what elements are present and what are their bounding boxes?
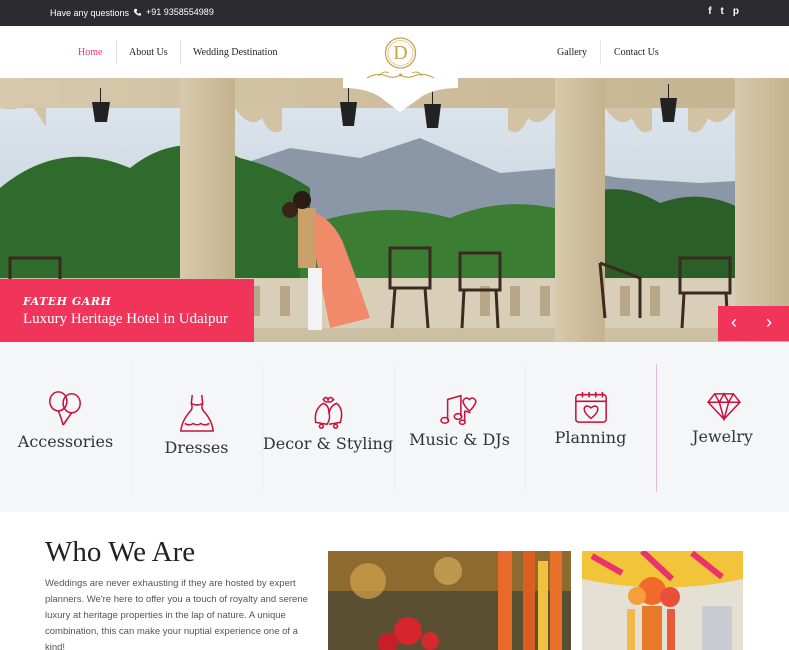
caption-title: FATEH GARH [23, 295, 112, 308]
decor-photo [328, 551, 571, 650]
about-text: Weddings are never exhausting if they ar… [45, 578, 308, 650]
top-bar: Have any questions +91 9358554989 f t p [0, 0, 789, 26]
nav-divider [180, 40, 181, 64]
service-label: Planning [554, 428, 627, 447]
service-planning[interactable]: Planning [525, 364, 656, 492]
calendar-heart-icon [575, 391, 607, 423]
service-label: Decor & Styling [262, 434, 394, 453]
logo-letter: D [393, 42, 408, 64]
phone-link[interactable]: +91 9358554989 [133, 7, 214, 17]
social-links: f t p [708, 6, 739, 17]
bells-icon [314, 396, 343, 429]
service-label: Accessories [17, 432, 114, 451]
slider-prev-button[interactable]: ‹ [731, 312, 737, 333]
nav-contact-us[interactable]: Contact Us [614, 47, 659, 58]
service-label: Dresses [164, 438, 229, 457]
diamond-icon [707, 392, 741, 421]
facebook-icon[interactable]: f [708, 6, 711, 17]
service-dresses[interactable]: Dresses [131, 364, 262, 492]
nav-about-us[interactable]: About Us [129, 47, 168, 58]
nav-divider [600, 40, 601, 64]
site-logo[interactable]: D [343, 26, 458, 116]
hero-caption: FATEH GARH Luxury Heritage Hotel in Udai… [0, 279, 254, 342]
phone-number: +91 9358554989 [146, 7, 214, 17]
slider-next-button[interactable]: › [766, 312, 772, 333]
service-jewelry[interactable]: Jewelry [656, 364, 789, 492]
caption-subtitle: Luxury Heritage Hotel in Udaipur [23, 311, 228, 327]
nav-home[interactable]: Home [78, 47, 102, 58]
service-music-djs[interactable]: Music & DJs [394, 364, 525, 492]
pinterest-icon[interactable]: p [733, 6, 739, 17]
nav-divider [116, 40, 117, 64]
twitter-icon[interactable]: t [721, 6, 724, 17]
slider-controls: ‹ › [718, 306, 789, 341]
service-label: Jewelry [692, 427, 753, 446]
nav-wedding-destination[interactable]: Wedding Destination [193, 47, 277, 58]
questions-text: Have any questions [50, 8, 130, 18]
music-notes-icon [440, 394, 477, 426]
balloons-icon [49, 391, 81, 426]
dress-icon [180, 394, 214, 432]
floral-decor-photo [582, 551, 743, 650]
nav-gallery[interactable]: Gallery [557, 47, 587, 58]
service-decor-styling[interactable]: Decor & Styling [262, 364, 394, 492]
about-title: Who We Are [45, 536, 196, 568]
phone-icon [133, 8, 142, 16]
service-label: Music & DJs [409, 430, 510, 449]
service-accessories[interactable]: Accessories [0, 364, 131, 492]
